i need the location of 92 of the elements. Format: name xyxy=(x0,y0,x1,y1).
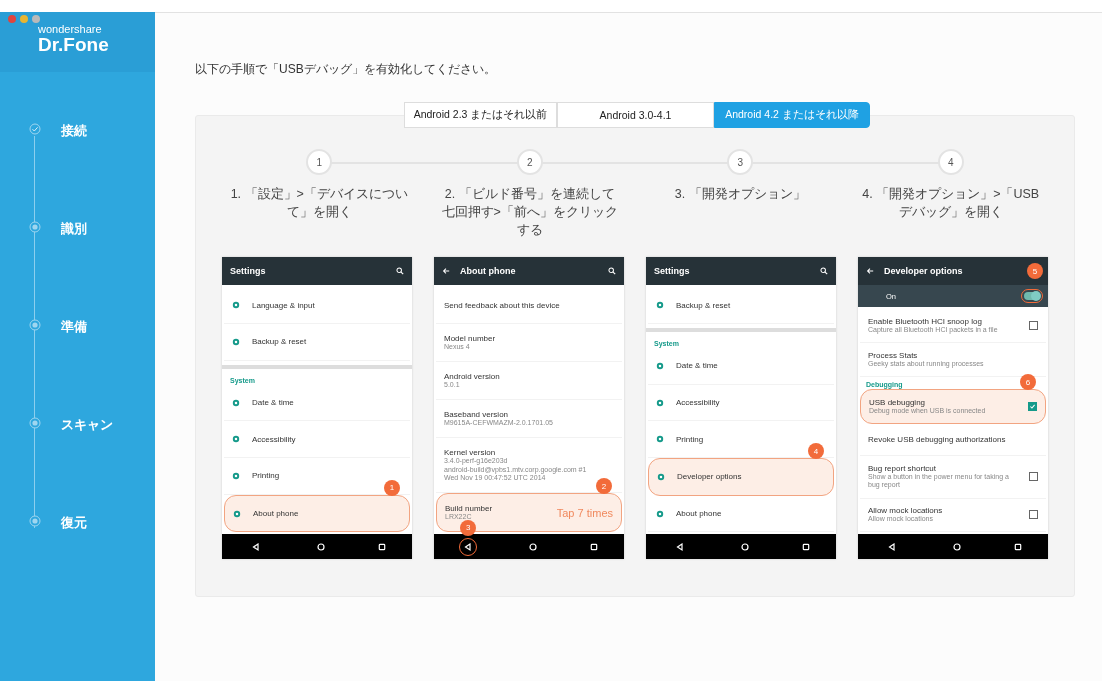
setting-icon xyxy=(656,361,664,370)
screen-title: About phone xyxy=(460,266,516,277)
setting-title: Backup & reset xyxy=(252,337,308,347)
setting-title: Process Stats xyxy=(868,350,919,360)
instruction-text: 以下の手順で「USBデバッグ」を有効化してください。 xyxy=(195,61,497,78)
setting-icon xyxy=(232,435,240,444)
setting-icon xyxy=(656,398,664,407)
step-marker: 6 xyxy=(1020,374,1036,391)
setting-title: Printing xyxy=(252,471,281,481)
checkbox[interactable] xyxy=(1028,401,1037,411)
back-arrow-icon[interactable] xyxy=(442,267,450,276)
step-marker: 1 xyxy=(384,479,400,496)
highlighted-setting-row[interactable]: Developer options xyxy=(648,458,834,496)
setting-icon xyxy=(232,337,240,346)
setting-icon xyxy=(232,398,240,407)
setting-row[interactable]: Date & time xyxy=(648,348,834,385)
checkbox[interactable] xyxy=(1029,472,1038,482)
setting-icon xyxy=(656,509,664,518)
logo-text: wondershare xyxy=(38,23,103,35)
setting-title: Date & time xyxy=(252,398,295,408)
setting-row[interactable]: Backup & reset xyxy=(224,324,410,361)
search-icon[interactable] xyxy=(820,267,828,276)
setting-icon xyxy=(232,301,240,310)
step-marker: 4 xyxy=(808,443,824,460)
setting-title: Language & input xyxy=(252,300,316,310)
checkbox[interactable] xyxy=(1029,321,1038,331)
setting-row[interactable]: Accessibility xyxy=(224,421,410,459)
setting-icon xyxy=(656,301,664,310)
tap-note: Tap 7 times xyxy=(556,506,613,519)
step-label: 4. 「開発オプション」>「USBデバッグ」を開く xyxy=(861,186,1041,222)
setting-icon xyxy=(232,471,240,480)
search-icon[interactable] xyxy=(608,267,616,276)
step-number: 4 xyxy=(937,149,964,175)
highlighted-setting-row[interactable]: About phone xyxy=(224,494,410,533)
setting-title: About phone xyxy=(253,509,300,519)
search-icon[interactable] xyxy=(396,267,404,276)
setting-title: Date & time xyxy=(676,361,719,371)
setting-title: Accessibility xyxy=(252,434,297,444)
setting-title: Kernel version xyxy=(444,448,497,458)
setting-title: Baseband version xyxy=(444,410,510,420)
setting-title: Printing xyxy=(676,434,705,444)
step-number: 3 xyxy=(727,149,754,175)
setting-row[interactable]: Backup & reset xyxy=(648,287,834,325)
setting-title: Allow mock locations xyxy=(868,506,944,516)
recents-icon[interactable] xyxy=(588,541,599,552)
setting-row[interactable]: Send feedback about this device xyxy=(436,287,622,325)
setting-title: Bug report shortcut xyxy=(868,464,938,473)
setting-icon xyxy=(657,472,665,481)
step-number: 2 xyxy=(516,149,543,175)
screen-title: Developer options xyxy=(884,266,963,277)
screen-title: Settings xyxy=(230,266,266,277)
setting-title: Revoke USB debugging authorizations xyxy=(868,435,1007,445)
setting-icon xyxy=(233,509,241,518)
setting-row[interactable]: About phone xyxy=(648,495,834,533)
setting-title: About phone xyxy=(676,509,723,519)
back-icon[interactable] xyxy=(463,541,474,552)
step-marker: 2 xyxy=(596,478,612,495)
home-icon[interactable] xyxy=(316,541,326,552)
setting-icon xyxy=(656,435,664,444)
setting-row[interactable]: Language & input xyxy=(224,287,410,325)
step-label: 1. 「設定」>「デバイスについて」を開く xyxy=(229,186,409,222)
logo-title: Dr.Fone xyxy=(38,35,110,55)
back-icon[interactable] xyxy=(251,541,262,552)
setting-title: Build number xyxy=(445,504,494,514)
setting-title: Android version xyxy=(444,372,501,382)
setting-title: USB debugging xyxy=(869,397,926,407)
home-icon[interactable] xyxy=(740,541,750,552)
back-arrow-icon[interactable] xyxy=(866,267,874,276)
screen-title: Settings xyxy=(654,266,690,277)
back-icon[interactable] xyxy=(887,541,898,552)
step-label: 2. 「ビルド番号」を連続して七回押す>「前へ」をクリックする xyxy=(440,186,619,240)
version-tab[interactable]: Android 3.0-4.1 xyxy=(557,102,714,128)
step-label: 3. 「開発オプション」 xyxy=(673,186,807,203)
home-icon[interactable] xyxy=(528,541,538,552)
setting-title: Enable Bluetooth HCI snoop log xyxy=(868,317,983,327)
setting-row[interactable]: Date & time xyxy=(224,384,410,422)
setting-title: Backup & reset xyxy=(676,300,732,310)
setting-title: Accessibility xyxy=(676,398,721,408)
back-icon[interactable] xyxy=(675,541,686,552)
toggle-switch[interactable] xyxy=(1024,292,1040,301)
recents-icon[interactable] xyxy=(376,541,387,552)
setting-row[interactable]: Revoke USB debugging authorizations xyxy=(860,423,1046,457)
setting-title: Send feedback about this device xyxy=(444,300,561,310)
home-icon[interactable] xyxy=(952,541,962,552)
setting-title: Model number xyxy=(444,333,497,343)
recents-icon[interactable] xyxy=(1012,541,1023,552)
setting-row[interactable]: Accessibility xyxy=(648,384,834,422)
step-number: 1 xyxy=(306,149,333,175)
checkbox[interactable] xyxy=(1029,510,1038,520)
version-tab[interactable]: Android 2.3 またはそれ以前 xyxy=(404,102,557,128)
recents-icon[interactable] xyxy=(800,541,811,552)
setting-title: Developer options xyxy=(677,472,743,482)
